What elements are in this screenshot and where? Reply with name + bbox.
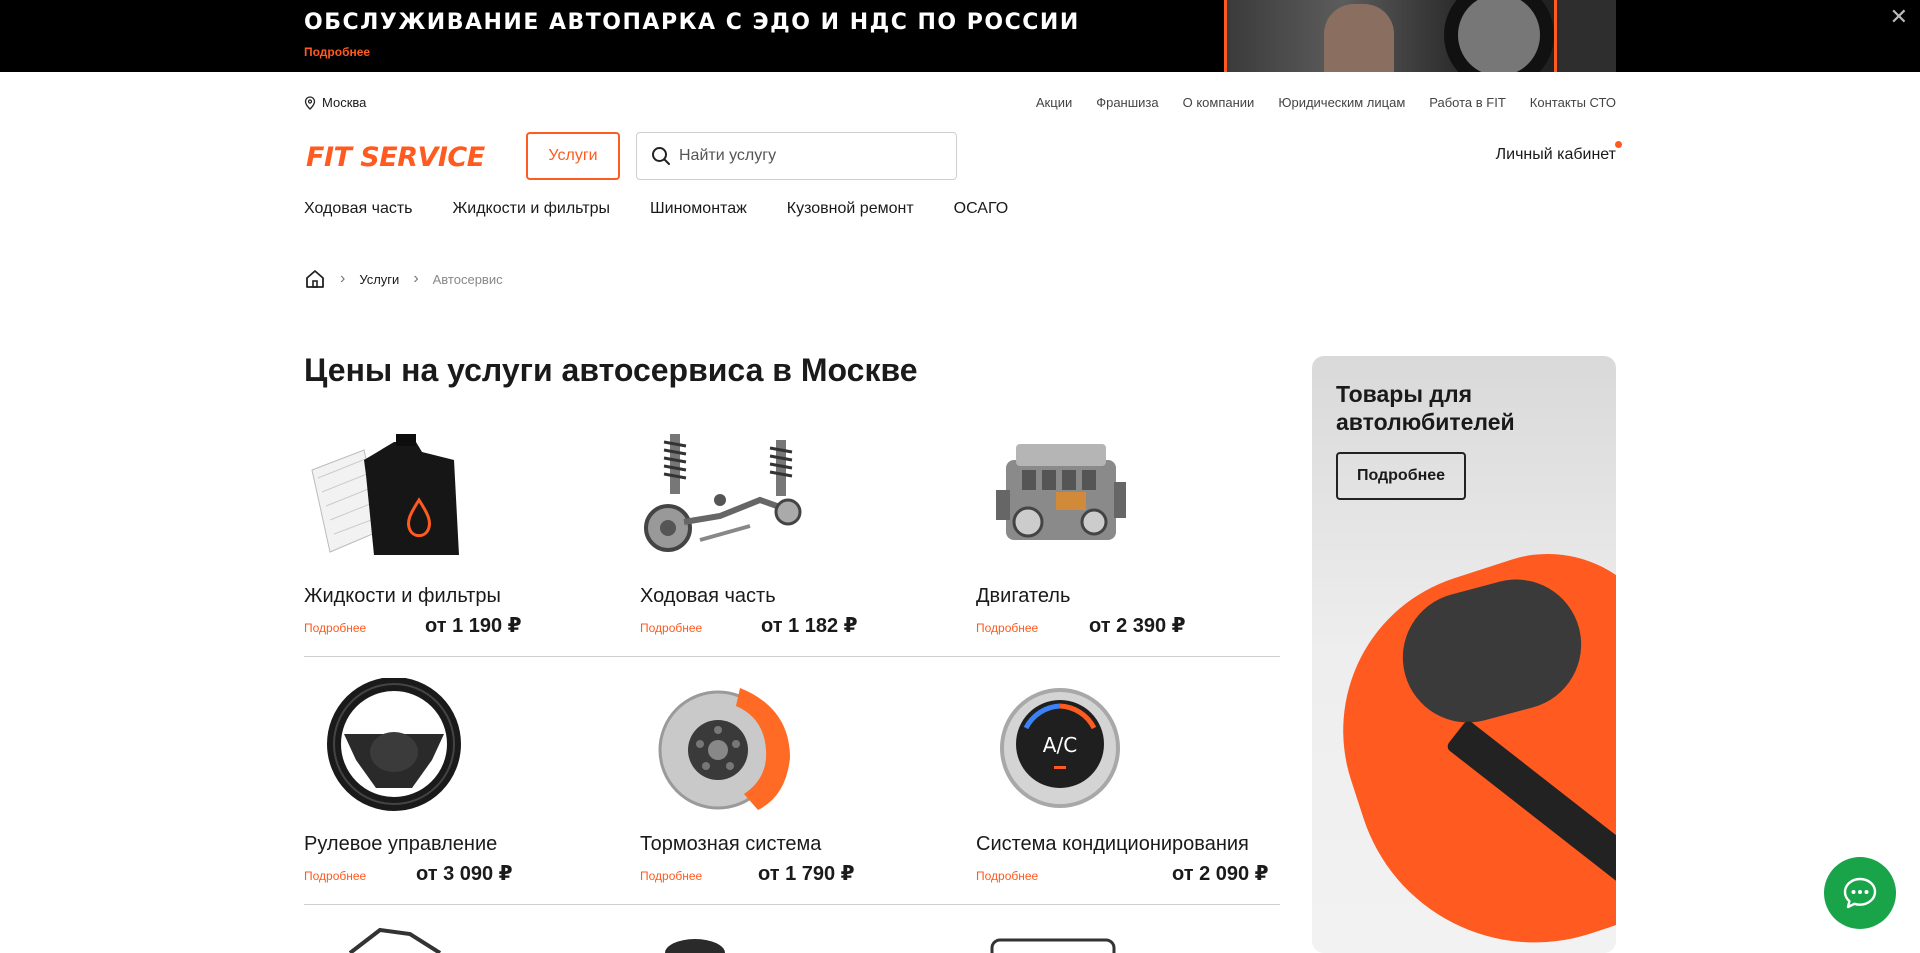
promo-card[interactable]: Товары для автолюбителей Подробнее — [1312, 356, 1616, 953]
steering-wheel-icon — [327, 678, 461, 811]
banner-photo — [1224, 0, 1616, 72]
service-price: от 2 390 ₽ — [1089, 615, 1186, 637]
category-nav: Ходовая часть Жидкости и фильтры Шиномон… — [304, 200, 1008, 218]
services-button[interactable]: Услуги — [526, 132, 620, 180]
service-price: от 2 090 ₽ — [1172, 863, 1269, 885]
service-more-link[interactable]: Подробнее — [976, 869, 1038, 883]
service-name: Тормозная система — [640, 833, 822, 855]
partial-product-image — [348, 927, 442, 953]
nav-chassis[interactable]: Ходовая часть — [304, 200, 413, 218]
chat-button[interactable] — [1824, 857, 1896, 929]
link-legal[interactable]: Юридическим лицам — [1278, 95, 1405, 110]
breadcrumb: › Услуги › Автосервис — [304, 268, 503, 290]
nav-body[interactable]: Кузовной ремонт — [787, 200, 914, 218]
ac-gauge-icon: A/C — [1000, 688, 1120, 808]
service-card[interactable]: Двигатель Подробнее от 2 390 ₽ — [976, 430, 1296, 650]
home-icon[interactable] — [304, 268, 326, 290]
banner-more-link[interactable]: Подробнее — [304, 45, 370, 59]
service-price: от 3 090 ₽ — [416, 863, 513, 885]
notification-dot — [1615, 141, 1622, 148]
breadcrumb-services[interactable]: Услуги — [359, 272, 399, 287]
service-card[interactable]: Рулевое управление Подробнее от 3 090 ₽ — [304, 678, 624, 898]
service-more-link[interactable]: Подробнее — [304, 621, 366, 635]
search-input[interactable] — [679, 147, 939, 165]
link-franchise[interactable]: Франшиза — [1096, 95, 1158, 110]
service-card[interactable]: Жидкости и фильтры Подробнее от 1 190 ₽ — [304, 430, 624, 650]
nav-insurance[interactable]: ОСАГО — [954, 200, 1009, 218]
service-name: Система кондиционирования — [976, 833, 1249, 855]
link-contacts[interactable]: Контакты СТО — [1530, 95, 1616, 110]
search-box[interactable] — [636, 132, 957, 180]
brake-disc-icon — [658, 688, 790, 810]
logo[interactable]: FIT SERVICE — [306, 142, 485, 173]
chat-icon — [1843, 877, 1877, 909]
service-price: от 1 790 ₽ — [758, 863, 855, 885]
service-name: Рулевое управление — [304, 833, 498, 855]
chevron-right-icon: › — [340, 270, 346, 287]
service-more-link[interactable]: Подробнее — [976, 621, 1038, 635]
link-about[interactable]: О компании — [1183, 95, 1255, 110]
chevron-right-icon: › — [413, 270, 419, 287]
banner-title: ОБСЛУЖИВАНИЕ АВТОПАРКА С ЭДО И НДС ПО РО… — [304, 10, 1080, 35]
ac-label: A/C — [1043, 733, 1077, 757]
service-price: от 1 190 ₽ — [425, 615, 522, 637]
promo-title: Товары для автолюбителей — [1336, 381, 1515, 435]
city-selector[interactable]: Москва — [304, 95, 366, 110]
service-name: Ходовая часть — [640, 585, 776, 607]
service-name: Жидкости и фильтры — [304, 585, 501, 607]
location-pin-icon — [304, 95, 316, 110]
link-promos[interactable]: Акции — [1036, 95, 1072, 110]
search-icon — [652, 147, 670, 165]
top-banner[interactable]: ОБСЛУЖИВАНИЕ АВТОПАРКА С ЭДО И НДС ПО РО… — [0, 0, 1920, 72]
page-title: Цены на услуги автосервиса в Москве — [304, 352, 918, 388]
service-card[interactable]: Тормозная система Подробнее от 1 790 ₽ — [640, 678, 960, 898]
engine-icon — [996, 444, 1126, 540]
city-label: Москва — [322, 95, 367, 110]
nav-tires[interactable]: Шиномонтаж — [650, 200, 747, 218]
row-divider — [304, 656, 1280, 657]
top-links: Акции Франшиза О компании Юридическим ли… — [1036, 95, 1616, 110]
service-card[interactable]: Ходовая часть Подробнее от 1 182 ₽ — [640, 430, 960, 650]
account-link[interactable]: Личный кабинет — [1496, 146, 1616, 164]
service-more-link[interactable]: Подробнее — [640, 621, 702, 635]
oil-canister-icon — [311, 434, 459, 555]
banner-strip — [1554, 0, 1616, 72]
service-more-link[interactable]: Подробнее — [304, 869, 366, 883]
partial-product-image — [665, 939, 725, 953]
link-careers[interactable]: Работа в FIT — [1429, 95, 1506, 110]
service-card[interactable]: A/C Система кондиционирования Подробнее … — [976, 678, 1296, 898]
service-more-link[interactable]: Подробнее — [640, 869, 702, 883]
suspension-icon — [644, 434, 802, 552]
partial-product-image — [990, 938, 1116, 953]
promo-more-button[interactable]: Подробнее — [1336, 452, 1466, 500]
close-icon[interactable]: ✕ — [1890, 4, 1908, 30]
service-name: Двигатель — [976, 585, 1071, 607]
row-divider — [304, 904, 1280, 905]
nav-fluids[interactable]: Жидкости и фильтры — [453, 200, 610, 218]
breadcrumb-current: Автосервис — [432, 271, 503, 287]
service-price: от 1 182 ₽ — [761, 615, 858, 637]
